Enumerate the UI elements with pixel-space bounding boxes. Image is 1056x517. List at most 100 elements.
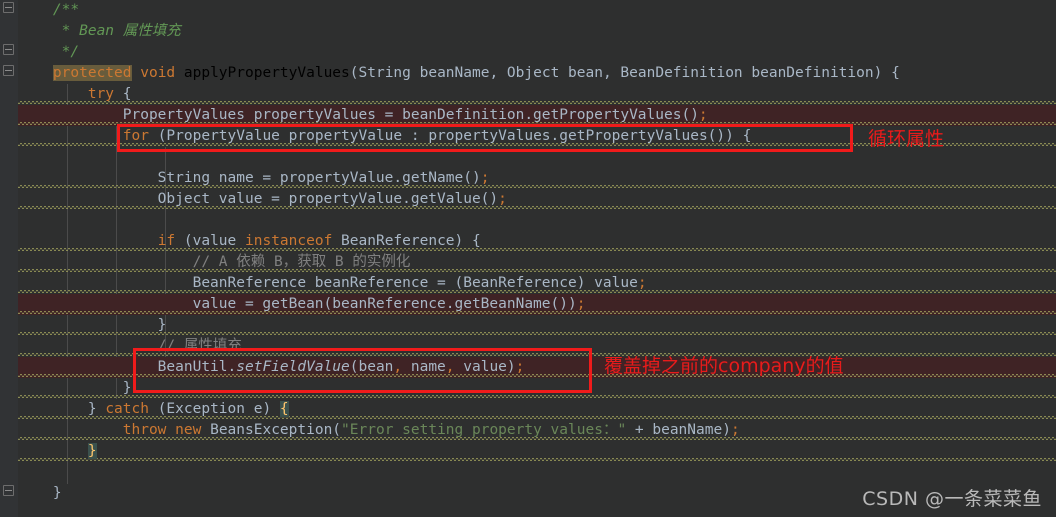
code-token: (bean <box>349 359 394 375</box>
fold-region-icon[interactable] <box>3 44 14 55</box>
code-token: BeanUtil. <box>18 359 237 375</box>
code-token: bean <box>559 65 603 81</box>
code-editor-screenshot: /** * Bean 属性填充 */ protected void applyP… <box>0 0 1056 517</box>
code-token: BeanReference) { <box>332 233 481 249</box>
code-token: { <box>279 401 289 417</box>
code-token: String name = propertyValue.getName() <box>18 170 481 186</box>
overwrite-company-annotation: 覆盖掉之前的company的值 <box>604 355 844 377</box>
code-token: 属性填充 <box>114 23 181 39</box>
code-token: beanName <box>410 65 490 81</box>
code-token: , <box>602 65 612 81</box>
code-token: } <box>18 485 62 501</box>
code-token: protected <box>52 65 132 81</box>
code-token: // 属性填充 <box>157 338 242 354</box>
code-token: instanceof <box>245 233 333 249</box>
code-line[interactable]: */ <box>18 42 1056 63</box>
code-line[interactable]: BeanReference beanReference = (BeanRefer… <box>18 273 1056 294</box>
code-token: BeanReference beanReference = (BeanRefer… <box>18 275 638 291</box>
code-line[interactable]: // 属性填充 <box>18 336 1056 357</box>
code-token: PropertyValues propertyValues = beanDefi… <box>18 107 699 123</box>
code-token: ( <box>349 65 359 81</box>
code-token: name <box>402 359 446 375</box>
code-token: ) { <box>873 65 900 81</box>
code-token: } <box>18 380 132 396</box>
code-token: (Exception e) <box>148 401 280 417</box>
code-token: ; <box>515 359 525 375</box>
code-token: BeansException( <box>201 422 342 438</box>
code-token: Object <box>498 65 560 81</box>
inspection-underline <box>18 101 1056 104</box>
code-line[interactable]: * Bean 属性填充 <box>18 21 1056 42</box>
code-token: (value <box>175 233 245 249</box>
code-line[interactable]: Object value = propertyValue.getValue(); <box>18 189 1056 210</box>
code-line[interactable]: value = getBean(beanReference.getBeanNam… <box>18 294 1056 315</box>
code-line[interactable]: PropertyValues propertyValues = beanDefi… <box>18 105 1056 126</box>
code-line[interactable]: // A 依赖 B，获取 B 的实例化 <box>18 252 1056 273</box>
code-line[interactable]: } <box>18 315 1056 336</box>
code-token: value) <box>454 359 516 375</box>
code-line[interactable]: } <box>18 441 1056 462</box>
code-token: new <box>175 422 202 438</box>
code-token: (PropertyValue propertyValue : propertyV… <box>148 128 752 144</box>
code-token: beanDefinition <box>742 65 874 81</box>
code-line[interactable]: if (value instanceof BeanReference) { <box>18 231 1056 252</box>
code-token: void <box>140 65 176 81</box>
code-token: try <box>87 86 115 102</box>
code-token: { <box>114 86 132 102</box>
code-token: String <box>358 65 411 81</box>
code-token: ; <box>576 296 586 312</box>
code-token: BeanDefinition <box>611 65 743 81</box>
code-token: /** <box>52 2 80 18</box>
code-token: throw <box>122 422 167 438</box>
code-token: setFieldValue <box>236 359 350 375</box>
code-token: applyPropertyValues <box>183 65 350 81</box>
code-token: catch <box>105 401 149 417</box>
code-token: ; <box>730 422 740 438</box>
code-token: ; <box>498 191 507 207</box>
editor-gutter[interactable] <box>0 0 18 517</box>
code-token: if <box>157 233 176 249</box>
code-token: + beanName) <box>626 422 731 438</box>
code-token: } <box>87 443 97 459</box>
code-token: Object value = propertyValue.getValue() <box>18 191 499 207</box>
code-line[interactable] <box>18 147 1056 168</box>
code-token: , <box>393 359 403 375</box>
code-line[interactable]: protected void applyPropertyValues(Strin… <box>18 63 1056 84</box>
code-line[interactable] <box>18 462 1056 483</box>
code-token: , <box>445 359 455 375</box>
code-token: , <box>489 65 499 81</box>
code-token: } <box>18 317 167 333</box>
code-line[interactable]: BeanUtil.setFieldValue(bean, name, value… <box>18 357 1056 378</box>
watermark-label: CSDN @一条菜菜鱼 <box>862 488 1042 510</box>
fold-region-icon[interactable] <box>3 2 14 13</box>
code-line[interactable]: } <box>18 378 1056 399</box>
code-line[interactable] <box>18 210 1056 231</box>
code-line[interactable]: String name = propertyValue.getName(); <box>18 168 1056 189</box>
code-token: ; <box>480 170 490 186</box>
code-token: value = getBean(beanReference.getBeanNam… <box>18 296 577 312</box>
code-line[interactable]: } catch (Exception e) { <box>18 399 1056 420</box>
fold-method-icon[interactable] <box>3 65 14 76</box>
code-line[interactable]: /** <box>18 0 1056 21</box>
fold-class-icon[interactable] <box>3 485 14 496</box>
code-token: * <box>18 23 80 39</box>
code-token: ; <box>698 107 708 123</box>
code-token: // A 依赖 B，获取 B 的实例化 <box>18 254 411 270</box>
loop-property-annotation: 循环属性 <box>868 128 945 150</box>
code-line[interactable]: throw new BeansException("Error setting … <box>18 420 1056 441</box>
code-content-area[interactable]: /** * Bean 属性填充 */ protected void applyP… <box>18 0 1056 517</box>
code-token: } <box>18 401 106 417</box>
code-line[interactable]: try { <box>18 84 1056 105</box>
code-token: ; <box>637 275 647 291</box>
inspection-underline <box>18 395 1056 398</box>
